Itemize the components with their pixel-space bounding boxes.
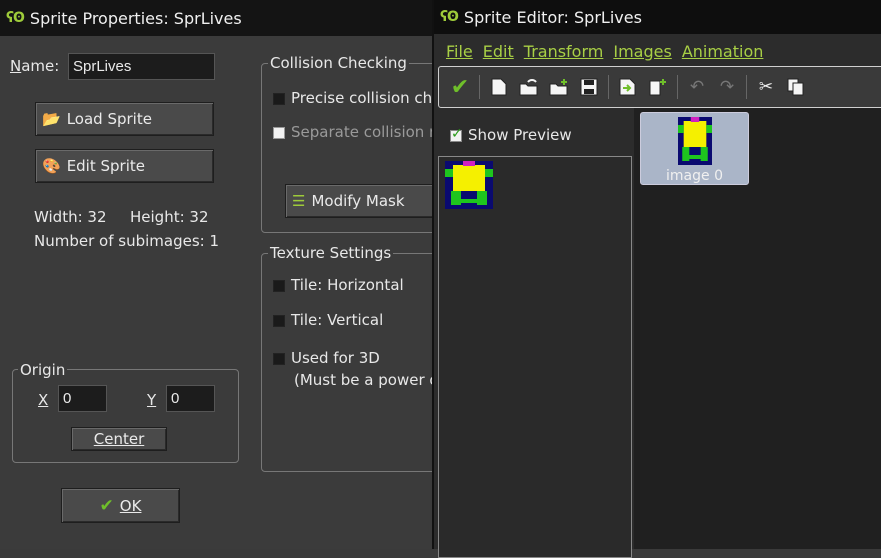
tile-horizontal-label: Tile: Horizontal (291, 276, 404, 294)
height-text: Height: 32 (130, 208, 209, 226)
toolbar-separator (608, 75, 609, 99)
sprite-properties-titlebar[interactable]: ʕʘ Sprite Properties: SprLives (0, 0, 432, 36)
redo-icon[interactable]: ↷ (716, 76, 738, 98)
tile-horizontal-box[interactable] (273, 279, 285, 292)
separate-collision-label: Separate collision m (291, 123, 444, 141)
menu-edit[interactable]: Edit (483, 42, 514, 61)
menu-transform[interactable]: Transform (524, 42, 604, 61)
origin-y-input[interactable] (166, 385, 215, 412)
cut-icon[interactable]: ✂ (755, 76, 777, 98)
tile-vertical-box[interactable] (273, 314, 285, 327)
folder-open-icon: 📂 (42, 110, 61, 128)
menu-images[interactable]: Images (613, 42, 671, 61)
collision-legend: Collision Checking (268, 54, 409, 72)
tile-vertical-label: Tile: Vertical (291, 311, 384, 329)
save-icon[interactable] (578, 76, 600, 98)
x-label: X (38, 391, 49, 409)
name-label: Name: (10, 57, 60, 75)
editor-toolbar: ✔ ↶ ↷ ✂ (438, 66, 881, 108)
separate-checkbox-box[interactable] (273, 126, 285, 139)
load-sprite-button[interactable]: 📂 Load Sprite (35, 102, 214, 136)
load-sprite-label: Load Sprite (66, 110, 152, 128)
modify-mask-label: Modify Mask (311, 192, 405, 210)
import-icon[interactable] (617, 76, 639, 98)
gamemaker-logo-icon: ʕʘ (6, 10, 25, 26)
texture-legend: Texture Settings (268, 244, 394, 262)
checkmark-icon: ✓ (451, 125, 463, 142)
modify-mask-button[interactable]: ☰ Modify Mask (285, 184, 437, 218)
separate-collision-checkbox[interactable]: Separate collision m (273, 123, 444, 141)
center-button[interactable]: Center (71, 427, 167, 451)
image-label: image 0 (666, 168, 723, 184)
menu-animation[interactable]: Animation (682, 42, 764, 61)
window-title: Sprite Properties: SprLives (29, 8, 242, 28)
image-list-area: image 0 (634, 108, 881, 549)
precise-checkbox-box[interactable] (273, 92, 285, 105)
origin-x-input[interactable] (58, 385, 107, 412)
power-of-two-note: (Must be a power o (294, 371, 439, 389)
undo-icon[interactable]: ↶ (686, 76, 708, 98)
sprite-properties-window: ʕʘ Sprite Properties: SprLives Name: 📂 L… (0, 0, 463, 549)
palette-icon: 🎨 (42, 157, 61, 175)
sprite-editor-window: ʕʘ Sprite Editor: SprLives File Edit Tra… (432, 0, 881, 558)
image-thumbnail[interactable]: image 0 (640, 112, 749, 185)
precise-collision-checkbox[interactable]: Precise collision ch (273, 89, 432, 107)
editor-title: Sprite Editor: SprLives (463, 7, 642, 27)
image-thumbnail-sprite (678, 117, 712, 165)
list-icon: ☰ (292, 192, 306, 210)
precise-collision-label: Precise collision ch (291, 89, 433, 107)
toolbar-separator (677, 75, 678, 99)
edit-sprite-label: Edit Sprite (66, 157, 145, 175)
gamemaker-logo-icon: ʕʘ (440, 9, 459, 25)
check-icon: ✔ (99, 495, 114, 516)
open-file-icon[interactable] (518, 76, 540, 98)
preview-panel (438, 156, 632, 558)
show-preview-checkbox[interactable]: ✓ Show Preview (450, 126, 572, 144)
used-3d-box[interactable] (273, 352, 285, 365)
edit-sprite-button[interactable]: 🎨 Edit Sprite (35, 149, 214, 183)
center-label: Center (93, 430, 145, 448)
confirm-check-icon[interactable]: ✔ (449, 75, 471, 100)
show-preview-box[interactable]: ✓ (450, 126, 463, 142)
menu-file[interactable]: File (446, 42, 473, 61)
subimages-text: Number of subimages: 1 (34, 232, 219, 250)
toolbar-separator (746, 75, 747, 99)
ok-button[interactable]: ✔ OK (61, 488, 180, 523)
name-input[interactable] (68, 53, 215, 80)
new-file-icon[interactable] (488, 76, 510, 98)
menu-bar: File Edit Transform Images Animation (434, 38, 771, 64)
sprite-preview-image (445, 161, 493, 209)
add-from-file-icon[interactable] (548, 76, 570, 98)
used-3d-checkbox[interactable]: Used for 3D (273, 349, 380, 367)
y-label: Y (147, 391, 157, 409)
origin-legend: Origin (18, 361, 68, 379)
new-image-icon[interactable] (647, 76, 669, 98)
tile-vertical-checkbox[interactable]: Tile: Vertical (273, 311, 383, 329)
show-preview-label: Show Preview (468, 126, 572, 144)
tile-horizontal-checkbox[interactable]: Tile: Horizontal (273, 276, 404, 294)
toolbar-separator (479, 75, 480, 99)
sprite-editor-titlebar[interactable]: ʕʘ Sprite Editor: SprLives (434, 0, 881, 34)
ok-label: OK (119, 496, 142, 515)
copy-icon[interactable] (785, 76, 807, 98)
used-3d-label: Used for 3D (291, 349, 380, 367)
width-text: Width: 32 (34, 208, 107, 226)
